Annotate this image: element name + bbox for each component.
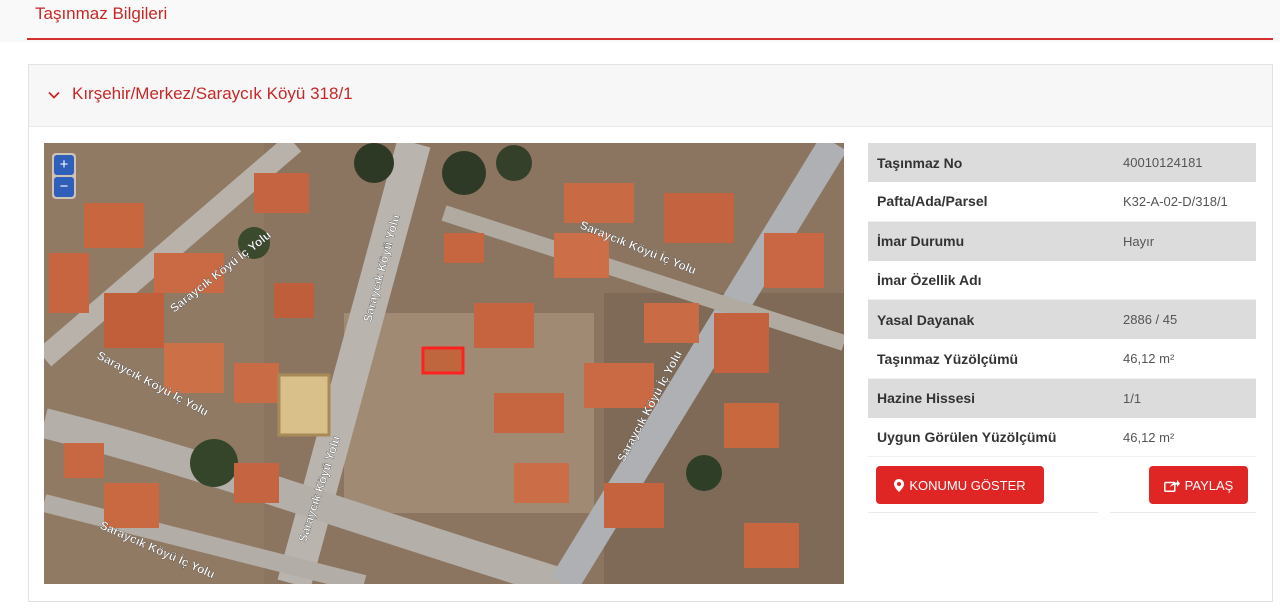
row-label: Uygun Görülen Yüzölçümü (877, 429, 1057, 446)
row-label: İmar Özellik Adı (877, 272, 982, 289)
table-row: Taşınmaz No 40010124181 (868, 143, 1256, 183)
row-label: Hazine Hissesi (877, 390, 976, 407)
page-header: Taşınmaz Bilgileri (0, 0, 1280, 42)
row-value: 40010124181 (1123, 155, 1203, 171)
show-location-button[interactable]: KONUMU GÖSTER (876, 466, 1044, 504)
row-label: Taşınmaz Yüzölçümü (877, 350, 1019, 367)
row-value: 46,12 m² (1123, 351, 1175, 367)
zoom-out-button[interactable]: − (54, 177, 74, 197)
divider (868, 512, 1098, 513)
row-value: Hayır (1123, 233, 1155, 249)
row-value: 46,12 m² (1123, 429, 1175, 445)
table-row: Yasal Dayanak 2886 / 45 (868, 300, 1256, 340)
row-label: Taşınmaz No (877, 154, 963, 171)
page-title: Taşınmaz Bilgileri (35, 4, 168, 23)
share-label: PAYLAŞ (1184, 477, 1234, 493)
row-value: 2886 / 45 (1123, 312, 1178, 328)
table-row: Hazine Hissesi 1/1 (868, 378, 1256, 419)
table-row: İmar Durumu Hayır (868, 221, 1256, 261)
chevron-down-icon[interactable] (47, 88, 61, 102)
row-label: Yasal Dayanak (877, 311, 975, 328)
table-row: Uygun Görülen Yüzölçümü 46,12 m² (868, 418, 1256, 458)
show-location-label: KONUMU GÖSTER (909, 477, 1026, 493)
table-row: Pafta/Ada/Parsel K32-A-02-D/318/1 (868, 182, 1256, 222)
row-label: Pafta/Ada/Parsel (877, 193, 988, 210)
divider (1110, 512, 1256, 513)
share-button[interactable]: PAYLAŞ (1149, 466, 1248, 504)
row-label: İmar Durumu (877, 233, 965, 250)
map-zoom-control: + − (52, 153, 76, 199)
row-value: 1/1 (1123, 390, 1142, 406)
share-icon (1163, 479, 1180, 492)
table-row: İmar Özellik Adı (868, 260, 1256, 301)
satellite-map[interactable]: Saraycık Köyü İç Yolu Saraycık Köyü Yolu… (44, 143, 844, 584)
table-row: Taşınmaz Yüzölçümü 46,12 m² (868, 339, 1256, 379)
map-marker-icon (894, 478, 905, 492)
property-info-table: Taşınmaz No 40010124181 Pafta/Ada/Parsel… (868, 143, 1256, 458)
panel-title[interactable]: Kırşehir/Merkez/Saraycık Köyü 318/1 (72, 84, 353, 104)
header-divider (27, 38, 1273, 40)
zoom-in-button[interactable]: + (54, 155, 74, 175)
row-value: K32-A-02-D/318/1 (1123, 193, 1228, 209)
panel-heading[interactable]: Kırşehir/Merkez/Saraycık Köyü 318/1 (29, 65, 1272, 127)
